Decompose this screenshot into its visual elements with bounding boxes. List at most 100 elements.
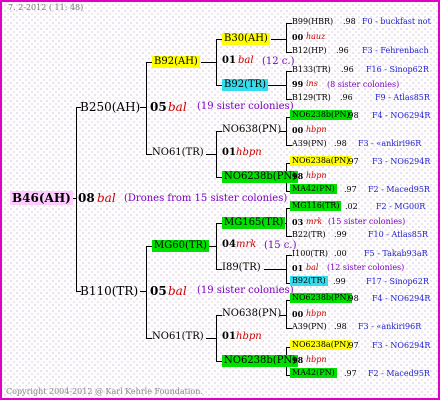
gen4-code: F10 - Atlas85R — [368, 230, 429, 239]
gen4-code: F9 - Atlas85R — [375, 93, 430, 102]
connector — [216, 315, 217, 362]
gen4-queen[interactable]: MG116(TR) — [290, 201, 342, 211]
gen2-year: 01 — [222, 331, 236, 342]
gen4-queen[interactable]: A39(PN) — [292, 140, 327, 148]
gen2-mating: bal — [238, 55, 254, 66]
gen3-year: 01 — [292, 263, 304, 273]
gen3-queen[interactable]: NO638(PN) — [222, 309, 281, 319]
gen4-queen[interactable]: B92(TR) — [290, 276, 328, 286]
gen1-note: (19 sister colonies) — [197, 285, 294, 296]
gen2-queen[interactable]: MG60(TR) — [152, 240, 209, 252]
gen3-year: 98 — [292, 355, 304, 365]
gen4-code: F2 - MG00R — [376, 202, 426, 211]
gen4-year: .98 — [343, 17, 356, 26]
gen1-note: (19 sister colonies) — [197, 101, 294, 112]
gen4-year: .98 — [334, 322, 347, 331]
connector — [286, 23, 287, 53]
gen4-year: .99 — [334, 230, 347, 239]
gen3-mating: hauz — [306, 32, 326, 41]
connector — [266, 85, 287, 86]
gen4-queen[interactable]: NO6238a(PN) — [290, 156, 352, 166]
gen4-queen[interactable]: B12(HP) — [292, 47, 327, 55]
gen3-queen[interactable]: B92(TR) — [222, 79, 269, 91]
gen4-year: .97 — [346, 341, 359, 350]
gen4-queen[interactable]: B133(TR) — [292, 66, 331, 74]
gen3-queen[interactable]: NO6238b(PN) — [222, 171, 299, 183]
gen3-queen[interactable]: MG165(TR) — [222, 217, 286, 229]
gen4-year: .98 — [334, 139, 347, 148]
gen1-queen[interactable]: B110(TR) — [80, 285, 138, 297]
gen2-queen[interactable]: NO61(TR) — [152, 332, 204, 342]
connector — [201, 62, 217, 63]
gen4-queen[interactable]: B22(TR) — [292, 231, 326, 239]
gen2-year: 01 — [222, 55, 236, 66]
connector — [271, 39, 287, 40]
gen2-queen[interactable]: B92(AH) — [152, 56, 200, 68]
connector — [286, 208, 287, 237]
gen4-year: .96 — [336, 46, 349, 55]
root-note: (Drones from 15 sister colonies) — [124, 193, 288, 204]
gen4-queen[interactable]: A39(PN) — [292, 323, 327, 331]
gen4-year: .00 — [334, 249, 347, 258]
gen2-note: (12 c.) — [262, 56, 295, 67]
gen3-year: 00 — [292, 125, 304, 135]
gen4-year: .99 — [333, 277, 346, 286]
connector — [216, 39, 217, 85]
gen4-queen[interactable]: I100(TR) — [292, 250, 328, 258]
gen4-year: .97 — [344, 369, 357, 378]
gen4-queen[interactable]: NO6238b(PN) — [290, 293, 352, 303]
gen4-year: .96 — [341, 65, 354, 74]
gen2-mating: mrk — [236, 239, 257, 250]
gen2-queen[interactable]: NO61(TR) — [152, 148, 204, 158]
gen3-queen[interactable]: NO638(PN) — [222, 125, 281, 135]
connector — [216, 223, 217, 269]
gen4-year: .98 — [346, 294, 359, 303]
gen4-code: F2 - Maced95R — [368, 185, 430, 194]
gen4-queen[interactable]: NO6238b(PN) — [290, 110, 352, 120]
gen4-code: F3 - «ankiri96R — [358, 139, 422, 148]
connector — [76, 107, 77, 292]
gen4-code: F17 - Sinop62R — [366, 277, 429, 286]
gen4-year: .96 — [340, 93, 353, 102]
gen1-queen[interactable]: B250(AH) — [80, 101, 140, 113]
gen2-year: 01 — [222, 147, 236, 158]
gen3-queen[interactable]: B30(AH) — [222, 33, 270, 45]
gen1-year: 05 — [150, 100, 167, 114]
gen3-mating: ins — [306, 79, 318, 88]
gen3-queen[interactable]: NO6238b(PN) — [222, 355, 299, 367]
gen3-mating: hbpn — [306, 125, 327, 134]
gen4-queen[interactable]: NO6238a(PN) — [290, 340, 352, 350]
copyright: Copyright 2004-2012 @ Karl Kehrle Founda… — [6, 387, 203, 396]
gen4-code: F3 - NO6294R — [372, 157, 431, 166]
gen1-mating: bal — [168, 284, 187, 298]
gen4-code: F3 - Fehrenbach — [362, 46, 429, 55]
gen4-year: .97 — [344, 185, 357, 194]
connector — [286, 255, 287, 283]
header-date: 7. 2-2012 ( 11: 48) — [8, 3, 84, 12]
gen3-year: 00 — [292, 32, 304, 42]
gen4-code: F3 - «ankiri96R — [358, 322, 422, 331]
gen4-code: F0 - buckfast not — [362, 17, 431, 26]
root-year: 08 — [78, 191, 95, 205]
gen3-mating: mrk — [306, 217, 323, 226]
connector — [286, 300, 287, 329]
gen4-queen[interactable]: B129(TR) — [292, 94, 331, 102]
connector — [286, 71, 287, 100]
gen3-note: (12 sister colonies) — [327, 263, 405, 272]
gen4-code: F2 - Maced95R — [368, 369, 430, 378]
gen3-year: 00 — [292, 309, 304, 319]
gen4-code: F3 - NO6294R — [372, 341, 431, 350]
gen4-year: .98 — [346, 111, 359, 120]
gen4-queen[interactable]: MA42(PN) — [290, 184, 337, 194]
gen4-queen[interactable]: B99(HBR) — [292, 18, 333, 26]
gen3-year: 99 — [292, 79, 304, 89]
gen3-queen[interactable]: I89(TR) — [222, 263, 261, 273]
connector — [146, 62, 147, 154]
gen3-note: (8 sister colonies) — [327, 80, 400, 89]
gen1-year: 05 — [150, 284, 167, 298]
root-mating: bal — [97, 191, 116, 205]
root-queen[interactable]: B46(AH) — [10, 191, 73, 205]
gen4-code: F5 - Takab93aR — [364, 249, 428, 258]
gen4-year: .02 — [345, 202, 358, 211]
gen4-queen[interactable]: MA42(PN) — [290, 368, 337, 378]
